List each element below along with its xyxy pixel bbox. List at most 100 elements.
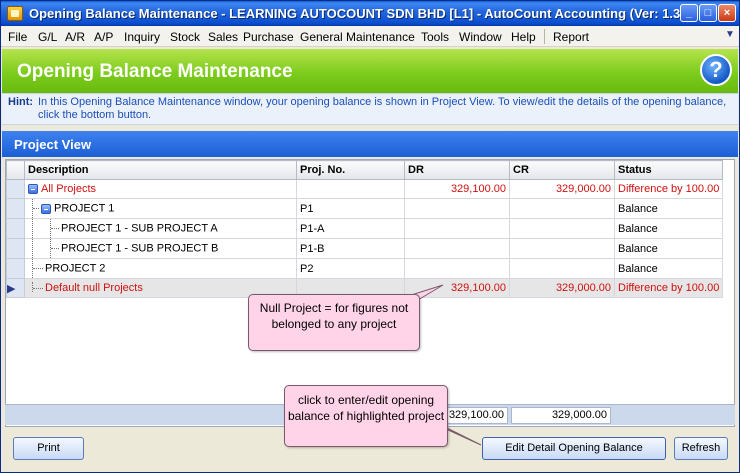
dr-cell xyxy=(404,218,510,239)
print-button[interactable]: Print xyxy=(13,437,84,460)
proj-no-cell xyxy=(296,179,405,199)
menu-tools[interactable]: Tools xyxy=(421,30,449,44)
opening-balance-window: Opening Balance Maintenance - LEARNING A… xyxy=(0,0,740,473)
null-project-callout-text: Null Project = for figures not belonged … xyxy=(259,301,409,331)
null-project-callout: Null Project = for figures not belonged … xyxy=(248,294,420,351)
column-header-status[interactable]: Status xyxy=(613,160,724,180)
help-icon[interactable]: ? xyxy=(700,54,732,86)
proj-no-cell: P1-B xyxy=(296,238,405,259)
menu-file[interactable]: File xyxy=(8,30,27,44)
table-row[interactable]: All Projects 329,100.00 329,000.00 Diffe… xyxy=(6,179,724,199)
status-cell: Balance xyxy=(613,258,724,279)
column-header-description[interactable]: Description xyxy=(24,160,297,180)
proj-no-cell: P2 xyxy=(296,258,405,279)
dr-cell: 329,100.00 xyxy=(404,179,510,199)
project-view-title: Project View xyxy=(14,137,92,152)
table-row[interactable]: PROJECT 1 - SUB PROJECT A P1-A Balance xyxy=(6,218,724,239)
menu-separator xyxy=(544,29,545,44)
tree-line xyxy=(32,239,33,258)
menu-inquiry[interactable]: Inquiry xyxy=(124,30,160,44)
menu-ap[interactable]: A/P xyxy=(94,30,113,44)
tree-line xyxy=(51,228,59,229)
description-text: Default null Projects xyxy=(45,282,143,294)
project-view-bar: Project View xyxy=(2,131,738,157)
page-header: Opening Balance Maintenance ? xyxy=(2,49,738,93)
cr-cell: 329,000.00 xyxy=(509,179,615,199)
row-selector[interactable] xyxy=(6,198,25,219)
edit-hint-callout-text: click to enter/edit opening balance of h… xyxy=(287,393,445,423)
collapse-icon[interactable] xyxy=(41,203,51,214)
menu-report[interactable]: Report xyxy=(553,30,589,44)
dr-cell xyxy=(404,238,510,259)
tree-line xyxy=(51,248,59,249)
page-title: Opening Balance Maintenance xyxy=(17,61,293,82)
menu-gl[interactable]: G/L xyxy=(38,30,57,44)
description-cell: PROJECT 1 xyxy=(24,198,297,219)
description-cell: PROJECT 1 - SUB PROJECT B xyxy=(24,238,297,259)
edit-hint-callout: click to enter/edit opening balance of h… xyxy=(284,385,448,447)
chevron-down-icon[interactable]: ▼ xyxy=(725,29,735,40)
column-header-proj-no[interactable]: Proj. No. xyxy=(296,160,405,180)
project-table: Description Proj. No. DR CR Status All P… xyxy=(6,160,724,298)
row-selector-header xyxy=(6,160,25,180)
menu-bar: File G/L A/R A/P Inquiry Stock Sales Pur… xyxy=(1,26,739,47)
cr-cell xyxy=(509,218,615,239)
menu-purchase[interactable]: Purchase xyxy=(243,30,294,44)
current-row-indicator-icon[interactable]: ▶ xyxy=(6,278,25,298)
tree-line xyxy=(32,219,33,238)
hint-text: In this Opening Balance Maintenance wind… xyxy=(38,96,727,121)
row-selector[interactable] xyxy=(6,258,25,279)
minimize-icon[interactable]: _ xyxy=(680,4,698,22)
row-selector[interactable] xyxy=(6,238,25,259)
collapse-icon[interactable] xyxy=(28,184,38,195)
dr-cell xyxy=(404,198,510,219)
description-text: PROJECT 1 - SUB PROJECT A xyxy=(61,222,218,235)
status-cell: Difference by 100.00 xyxy=(613,278,724,298)
description-cell: PROJECT 1 - SUB PROJECT A xyxy=(24,218,297,239)
hint-panel: Hint: In this Opening Balance Maintenanc… xyxy=(2,93,738,125)
status-cell: Balance xyxy=(613,218,724,239)
table-row[interactable]: PROJECT 1 - SUB PROJECT B P1-B Balance xyxy=(6,238,724,259)
menu-ar[interactable]: A/R xyxy=(65,30,85,44)
menu-sales[interactable]: Sales xyxy=(208,30,238,44)
menu-stock[interactable]: Stock xyxy=(170,30,200,44)
proj-no-cell: P1-A xyxy=(296,218,405,239)
description-text: PROJECT 1 xyxy=(54,202,115,215)
description-text: PROJECT 1 - SUB PROJECT B xyxy=(61,242,219,255)
description-cell: All Projects xyxy=(24,179,297,199)
tree-line xyxy=(33,208,39,209)
cr-cell xyxy=(509,238,615,259)
table-row[interactable]: PROJECT 2 P2 Balance xyxy=(6,258,724,279)
tree-line xyxy=(33,268,43,269)
dr-cell xyxy=(404,258,510,279)
cr-cell xyxy=(509,258,615,279)
cr-cell xyxy=(509,198,615,219)
hint-label: Hint: xyxy=(8,96,34,108)
column-header-cr[interactable]: CR xyxy=(509,160,615,180)
table-row[interactable]: PROJECT 1 P1 Balance xyxy=(6,198,724,219)
total-cr: 329,000.00 xyxy=(511,407,611,424)
description-text: All Projects xyxy=(41,183,97,195)
menu-window[interactable]: Window xyxy=(459,30,502,44)
column-header-dr[interactable]: DR xyxy=(404,160,510,180)
edit-detail-opening-balance-button[interactable]: Edit Detail Opening Balance xyxy=(482,437,666,460)
status-cell: Difference by 100.00 xyxy=(613,179,724,199)
description-text: PROJECT 2 xyxy=(45,262,106,275)
cr-cell: 329,000.00 xyxy=(509,278,615,298)
window-title: Opening Balance Maintenance - LEARNING A… xyxy=(29,6,695,21)
maximize-icon[interactable]: □ xyxy=(699,4,717,22)
description-cell: PROJECT 2 xyxy=(24,258,297,279)
app-icon xyxy=(7,6,23,21)
tree-line xyxy=(33,287,43,289)
status-cell: Balance xyxy=(613,198,724,219)
status-cell: Balance xyxy=(613,238,724,259)
refresh-button[interactable]: Refresh xyxy=(674,437,728,460)
close-icon[interactable]: × xyxy=(718,4,736,22)
table-header-row: Description Proj. No. DR CR Status xyxy=(6,160,724,180)
menu-help[interactable]: Help xyxy=(511,30,536,44)
menu-general-maintenance[interactable]: General Maintenance xyxy=(300,30,415,44)
row-selector[interactable] xyxy=(6,179,25,199)
title-bar[interactable]: Opening Balance Maintenance - LEARNING A… xyxy=(1,1,739,26)
proj-no-cell: P1 xyxy=(296,198,405,219)
row-selector[interactable] xyxy=(6,218,25,239)
